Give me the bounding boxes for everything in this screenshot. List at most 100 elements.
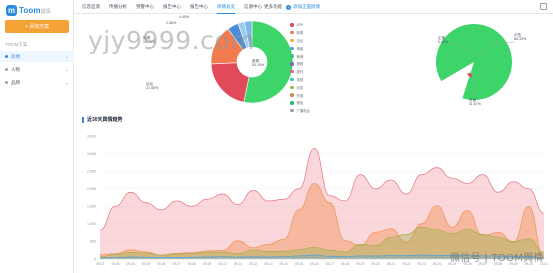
x-tick-label: 09-14 [280,262,288,266]
sentiment-label-neutral: 中性 88.33% [514,33,526,42]
x-tick-label: 09-20 [372,262,380,266]
donut-label-forum: 论坛 21.06% [146,82,158,91]
sentiment-label-value: 88.33% [514,37,527,42]
tab-info-monitor[interactable]: 信息监测 [82,0,100,14]
trend-title-text: 近30天舆情趋势 [87,117,123,123]
x-tick-label: 09-21 [387,262,395,266]
sidebar-item-label: 人物 [11,66,20,72]
x-tick-label: 09-18 [341,262,349,266]
media-legend: APP 新闻 论坛 博客 微博 视频 报刊 电视 问答 外媒 微信 广播电台 [290,21,350,115]
sidebar: m Toom舆情 + 添加方案 TOOM方案 房地 ⌄ 人物 ⌄ 品牌 ⌄ [0,0,74,273]
donut-label-name: 新闻 [252,59,260,63]
add-positive-label: 添加正面舆情 [293,4,320,9]
tab-spread-analysis[interactable]: 传播分析 [109,0,127,14]
legend-item[interactable]: 微博 [290,52,350,60]
legend-label: 电视 [296,77,304,82]
legend-item[interactable]: 问答 [290,83,350,91]
tab-report-center-2[interactable]: 报告中心 [190,0,208,14]
donut-label-news: 新闻 53.19% [252,59,264,68]
logo-mark: m [6,4,17,16]
x-tick-label: 09-04 [127,262,135,266]
tab-report-center[interactable]: 报告中心 [163,0,181,14]
donut-label-value: 2.56% [166,21,177,25]
legend-item[interactable]: 视频 [290,60,350,68]
y-tick-label: 500 [90,240,96,244]
add-plan-button[interactable]: + 添加方案 [5,20,69,33]
donut-label-value: 53.19% [252,63,265,68]
x-tick-label: 09-15 [295,262,303,266]
legend-item[interactable]: 电视 [290,76,350,84]
x-tick-label: 09-07 [172,262,180,266]
folder-icon [5,55,8,58]
x-tick-label: 09-08 [188,262,196,266]
legend-item[interactable]: 广播电台 [290,107,350,115]
legend-dot-icon [290,77,294,82]
tab-more-functions[interactable]: 更多功能 [264,0,282,14]
legend-label: 广播电台 [296,109,311,114]
y-tick-label: 1,000 [87,222,96,226]
legend-label: 视频 [296,62,304,67]
sidebar-item-fangdi[interactable]: 房地 ⌄ [0,51,74,62]
y-tick-label: 2,500 [87,169,96,173]
x-tick-label: 09-10 [218,262,226,266]
x-tick-label: 09-03 [111,262,119,266]
legend-item[interactable]: 外媒 [290,91,350,99]
donut-label-name: 论坛 [146,82,154,86]
x-tick-label: 09-06 [157,262,165,266]
legend-label: 新闻 [296,31,304,36]
sentiment-label-negative: 负面 11.67% [469,98,481,107]
legend-item[interactable]: 报刊 [290,68,350,76]
x-tick-label: 09-13 [264,262,272,266]
legend-label: 报刊 [296,70,304,75]
logo-suffix: 舆情 [40,8,51,15]
sidebar-item-pinpai[interactable]: 品牌 ⌄ [0,77,74,88]
tab-source-center[interactable]: 信源中心 [244,0,262,14]
x-tick-label: 09-19 [356,262,364,266]
x-tick-label: 09-17 [326,262,334,266]
legend-dot-icon [290,54,294,58]
legend-label: 博客 [296,46,304,51]
tab-overview[interactable]: 舆情总览 [217,0,235,14]
logo-name: Toom [19,5,41,15]
legend-dot-icon [290,46,294,51]
plus-circle-icon: + [286,4,291,10]
y-tick-label: 0 [94,257,96,261]
legend-label: 问答 [296,85,304,90]
corner-watermark: 微信号 | TOOM舆情 [450,253,544,264]
sentiment-label-value: 0.00% [438,40,449,45]
folder-icon [5,81,8,84]
legend-item[interactable]: APP [290,21,350,29]
y-tick-label: 1,500 [87,205,96,209]
legend-item[interactable]: 微信 [290,99,350,107]
sentiment-label-name: 正面 [438,36,446,40]
y-tick-label: 3,000 [87,152,96,156]
legend-dot-icon [290,93,294,97]
legend-dot-icon [290,108,294,113]
legend-label: 外媒 [296,93,304,98]
sentiment-label-positive: 正面 0.00% [438,36,448,45]
sidebar-item-renwu[interactable]: 人物 ⌄ [0,64,74,75]
x-tick-label: 09-24 [433,262,441,266]
x-tick-label: 09-05 [142,262,150,266]
legend-item[interactable]: 博客 [290,44,350,52]
donut-label-value: 21.06% [146,86,159,91]
top-nav: 信息监测 传播分析 预警中心 报告中心 报告中心 舆情总览 信源中心 更多功能 … [74,0,553,14]
folder-icon [5,68,8,71]
legend-dot-icon [290,62,294,66]
donut-slice[interactable] [210,62,250,103]
legend-item[interactable]: 新闻 [290,29,350,37]
legend-label: 论坛 [296,38,304,43]
legend-item[interactable]: 论坛 [290,37,350,45]
chevron-down-icon: ⌄ [64,53,69,60]
add-positive-link[interactable]: + 添加正面舆情 [286,0,320,14]
app-window: m Toom舆情 + 添加方案 TOOM方案 房地 ⌄ 人物 ⌄ 品牌 ⌄ 信息… [0,0,553,273]
x-tick-label: 09-22 [402,262,410,266]
window-icon[interactable] [540,3,547,10]
legend-dot-icon [290,23,294,27]
app-logo[interactable]: m Toom舆情 [6,3,68,17]
sidebar-item-label: 品牌 [11,79,20,85]
legend-dot-icon [290,69,294,74]
trend-section-title: 近30天舆情趋势 [82,116,123,123]
title-accent-bar [82,116,84,123]
tab-alert-center[interactable]: 预警中心 [136,0,154,14]
